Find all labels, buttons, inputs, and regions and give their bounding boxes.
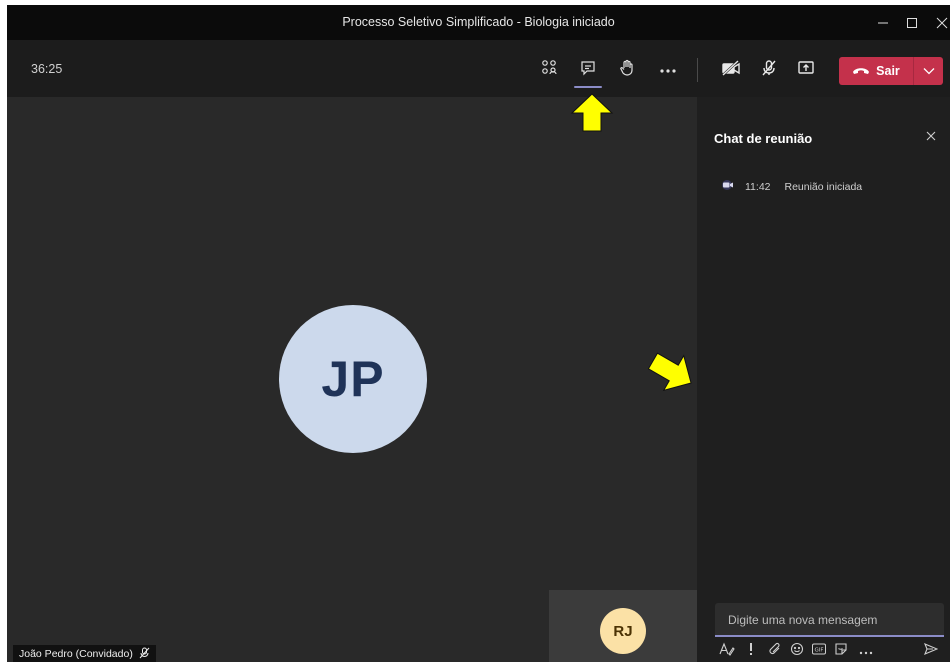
raise-hand-button[interactable]	[614, 58, 640, 82]
raise-hand-icon	[618, 59, 636, 82]
format-button[interactable]	[717, 641, 737, 661]
more-icon	[659, 61, 677, 79]
share-screen-icon	[797, 59, 815, 82]
mic-toggle-button[interactable]	[756, 58, 782, 82]
meeting-camera-icon	[721, 179, 735, 194]
self-avatar: RJ	[600, 608, 646, 654]
leave-meeting-control: Sair	[839, 57, 943, 85]
window-title: Processo Seletivo Simplificado - Biologi…	[342, 15, 615, 29]
svg-text:GIF: GIF	[814, 648, 823, 654]
gif-icon: GIF	[812, 642, 826, 660]
minimize-button[interactable]	[870, 11, 896, 35]
format-icon	[719, 642, 735, 661]
gif-button[interactable]: GIF	[809, 641, 829, 661]
important-button[interactable]	[741, 641, 761, 661]
chat-active-indicator	[574, 86, 602, 88]
muted-mic-icon	[139, 647, 150, 662]
sticker-button[interactable]	[831, 641, 851, 661]
more-options-button[interactable]	[856, 641, 876, 661]
chat-button[interactable]	[575, 58, 601, 82]
video-stage: JP RJ João Pedro (Convidado)	[7, 97, 697, 662]
participants-icon	[540, 59, 558, 82]
main-participant-avatar: JP	[279, 305, 427, 453]
annotation-arrow-up	[570, 93, 614, 138]
leave-button[interactable]: Sair	[839, 57, 913, 85]
participant-name: João Pedro (Convidado)	[19, 648, 133, 660]
meeting-chat-panel: Chat de reunião 11:42 Reunião iniciada D…	[697, 97, 950, 662]
emoji-button[interactable]	[787, 641, 807, 661]
close-chat-button[interactable]	[921, 127, 941, 147]
maximize-button[interactable]	[899, 11, 925, 35]
teams-meeting-window: Processo Seletivo Simplificado - Biologi…	[7, 5, 950, 662]
leave-button-label: Sair	[876, 64, 900, 78]
title-bar: Processo Seletivo Simplificado - Biologi…	[7, 5, 950, 40]
share-screen-button[interactable]	[793, 58, 819, 82]
emoji-icon	[790, 642, 804, 661]
phone-icon	[852, 64, 870, 78]
compose-toolbar: GIF	[715, 641, 944, 661]
message-compose-box[interactable]: Digite uma nova mensagem	[715, 603, 944, 637]
chevron-down-icon	[923, 62, 935, 80]
mic-off-icon	[760, 59, 778, 82]
chat-panel-title: Chat de reunião	[714, 131, 813, 146]
leave-options-button[interactable]	[914, 57, 943, 85]
meeting-started-event: 11:42 Reunião iniciada	[721, 179, 862, 194]
event-time: 11:42	[745, 180, 771, 193]
send-button[interactable]	[921, 641, 941, 661]
close-icon	[926, 128, 936, 146]
send-icon	[924, 642, 939, 660]
event-text: Reunião iniciada	[784, 180, 863, 193]
participants-button[interactable]	[536, 58, 562, 82]
camera-toggle-button[interactable]	[718, 58, 744, 82]
meeting-timer: 36:25	[31, 62, 63, 76]
participant-name-tag: João Pedro (Convidado)	[13, 645, 156, 662]
important-icon	[748, 642, 754, 661]
more-actions-button[interactable]	[655, 58, 681, 82]
more-icon	[859, 642, 873, 660]
camera-off-icon	[721, 59, 741, 82]
attach-icon	[768, 642, 782, 661]
toolbar-separator	[697, 58, 698, 82]
chat-icon	[579, 59, 597, 82]
attach-button[interactable]	[765, 641, 785, 661]
self-video-thumbnail[interactable]: RJ	[549, 590, 697, 662]
meeting-toolbar: 36:25 Sair	[7, 40, 950, 97]
annotation-arrow-right	[647, 348, 696, 401]
close-window-button[interactable]	[929, 11, 950, 35]
sticker-icon	[834, 642, 848, 661]
